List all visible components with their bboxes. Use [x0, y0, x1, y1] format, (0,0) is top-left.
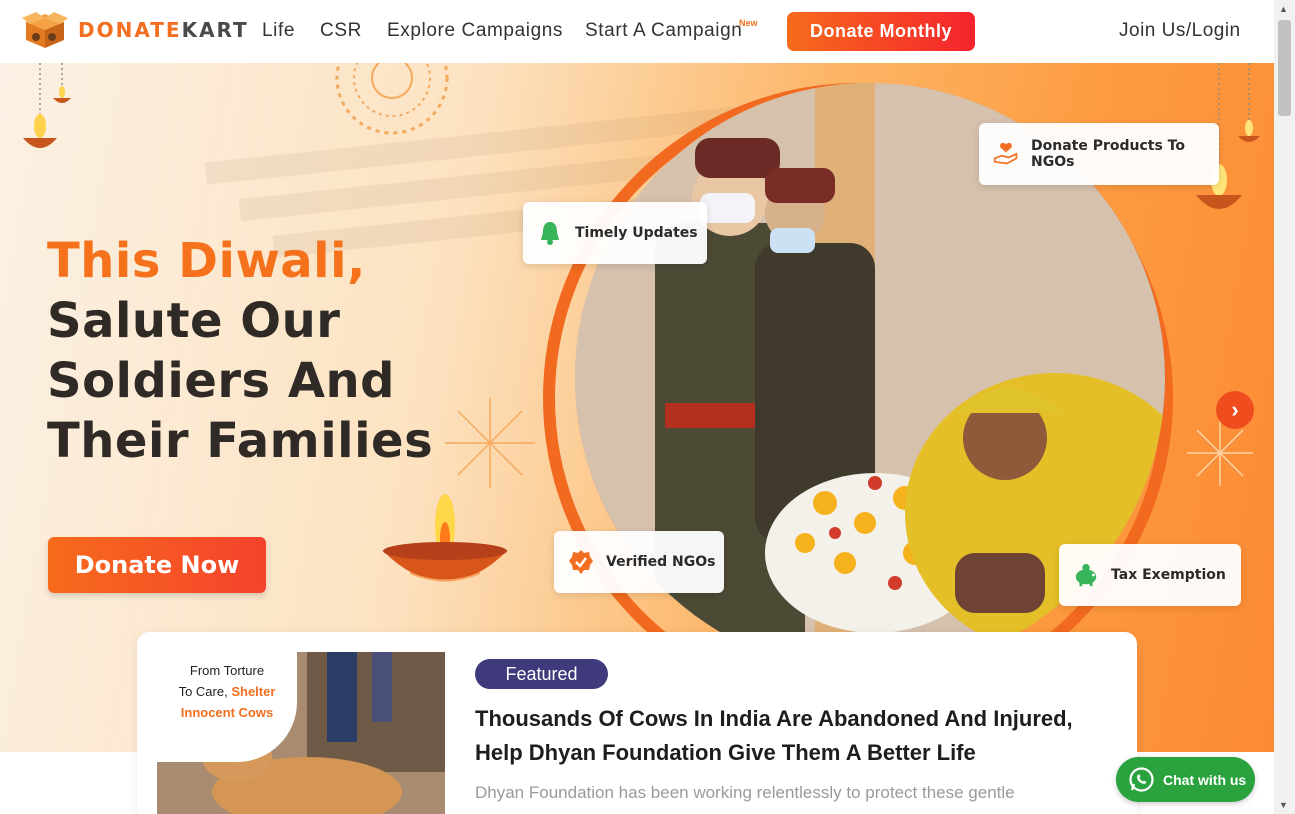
bell-icon: [537, 220, 563, 246]
scroll-down-arrow-icon[interactable]: ▼: [1279, 800, 1288, 810]
chevron-right-icon: ›: [1231, 397, 1239, 422]
chat-label: Chat with us: [1163, 771, 1247, 788]
headline-line: Salute Our: [47, 293, 341, 349]
caption-line: From Torture: [189, 663, 265, 678]
nav-life[interactable]: Life: [262, 20, 295, 42]
verified-check-icon: [568, 549, 594, 575]
campaign-image: From Torture To Care, Shelter Innocent C…: [157, 652, 445, 814]
donate-now-button[interactable]: Donate Now: [48, 537, 266, 593]
scroll-up-arrow-icon[interactable]: ▲: [1279, 4, 1288, 14]
nav-explore-campaigns[interactable]: Explore Campaigns: [387, 20, 563, 42]
badge-label: Timely Updates: [575, 225, 698, 241]
brand-logo[interactable]: DONATEKART: [22, 10, 249, 50]
hero-headline: This Diwali, Salute Our Soldiers And The…: [47, 231, 433, 471]
new-badge: New: [739, 18, 758, 28]
piggy-bank-icon: [1073, 562, 1099, 588]
hand-heart-icon: [993, 141, 1019, 167]
caption-line: To Care,: [178, 684, 232, 699]
firework-icon-2: [1187, 420, 1253, 486]
badge-label: Donate Products To NGOs: [1031, 138, 1185, 170]
badge-label: Verified NGOs: [606, 554, 716, 570]
nav-csr[interactable]: CSR: [320, 20, 362, 42]
badge-verified-ngos: Verified NGOs: [554, 531, 724, 593]
caption-highlight: Innocent Cows: [180, 705, 274, 720]
headline-line: Their Families: [47, 413, 434, 469]
campaign-description: Dhyan Foundation has been working relent…: [475, 783, 1015, 802]
page-scrollbar[interactable]: ▲ ▼: [1274, 0, 1295, 814]
nav-start-campaign[interactable]: Start A Campaign: [585, 20, 742, 42]
featured-badge: Featured: [475, 659, 608, 689]
donate-monthly-button[interactable]: Donate Monthly: [787, 12, 975, 51]
hanging-lamp-icon: [23, 63, 71, 148]
diya-lamp-icon: [382, 494, 508, 582]
brand-name-part2: KART: [181, 18, 249, 42]
campaign-image-caption: From Torture To Care, Shelter Innocent C…: [157, 652, 297, 762]
headline-accent: This Diwali,: [47, 233, 366, 289]
login-link[interactable]: Join Us/Login: [1119, 20, 1241, 42]
featured-campaign-card[interactable]: From Torture To Care, Shelter Innocent C…: [137, 632, 1137, 814]
headline-line: Soldiers And: [47, 353, 395, 409]
brand-name-part1: DONATE: [78, 18, 182, 42]
carousel-next-button[interactable]: ›: [1216, 391, 1254, 429]
scrollbar-thumb[interactable]: [1278, 20, 1291, 116]
whatsapp-icon: [1129, 767, 1154, 792]
badge-timely-updates: Timely Updates: [523, 202, 707, 264]
rangoli-icon: [335, 63, 449, 135]
badge-label: Tax Exemption: [1111, 567, 1226, 583]
badge-donate-products: Donate Products To NGOs: [979, 123, 1219, 185]
firework-icon: [445, 398, 535, 488]
caption-highlight: Shelter: [231, 684, 276, 699]
whatsapp-chat-button[interactable]: Chat with us: [1116, 757, 1255, 802]
campaign-title[interactable]: Thousands Of Cows In India Are Abandoned…: [475, 702, 1105, 770]
box-logo-icon: [22, 12, 68, 48]
brand-name: DONATEKART: [78, 18, 249, 42]
badge-tax-exemption: Tax Exemption: [1059, 544, 1241, 606]
site-header: DONATEKART Life CSR Explore Campaigns St…: [0, 0, 1274, 63]
